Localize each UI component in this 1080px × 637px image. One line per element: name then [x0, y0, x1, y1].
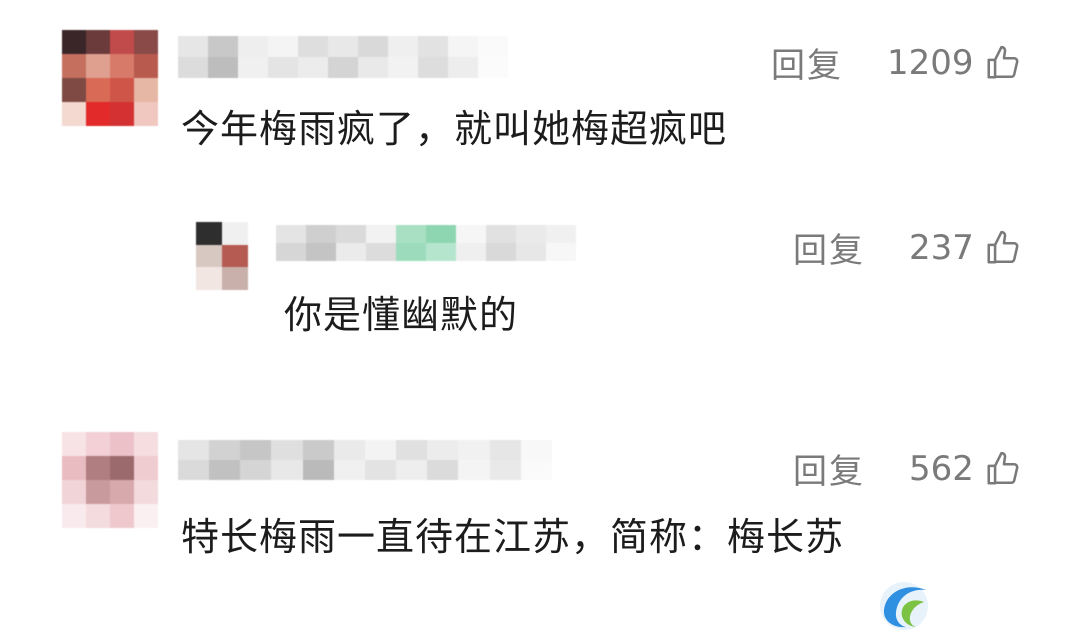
avatar[interactable] — [196, 222, 248, 290]
brand-logo-icon — [880, 582, 928, 630]
comment-text: 特长梅雨一直待在江苏，简称：梅长苏 — [181, 515, 845, 559]
reply-button[interactable]: 回复 — [793, 223, 865, 272]
username[interactable] — [276, 225, 576, 261]
comment-actions: 回复 562 — [793, 444, 1022, 493]
like-count: 1209 — [887, 42, 974, 83]
comment-thread: 今年梅雨疯了，就叫她梅超疯吧 回复 1209 你是懂幽默的 回复 237 特长梅… — [0, 0, 1080, 637]
thumbs-up-icon[interactable] — [984, 450, 1022, 488]
avatar[interactable] — [62, 432, 158, 528]
thumbs-up-icon[interactable] — [984, 229, 1022, 267]
reply-button[interactable]: 回复 — [793, 444, 865, 493]
reply-button[interactable]: 回复 — [771, 38, 843, 87]
username[interactable] — [178, 440, 552, 480]
comment-text: 今年梅雨疯了，就叫她梅超疯吧 — [181, 107, 728, 151]
like-count: 237 — [909, 227, 974, 268]
comment-actions: 回复 237 — [793, 223, 1022, 272]
thumbs-up-icon[interactable] — [984, 44, 1022, 82]
avatar[interactable] — [62, 30, 158, 126]
like-count: 562 — [909, 448, 974, 489]
comment-actions: 回复 1209 — [771, 38, 1022, 87]
comment-text: 你是懂幽默的 — [284, 293, 519, 337]
username[interactable] — [178, 36, 508, 78]
